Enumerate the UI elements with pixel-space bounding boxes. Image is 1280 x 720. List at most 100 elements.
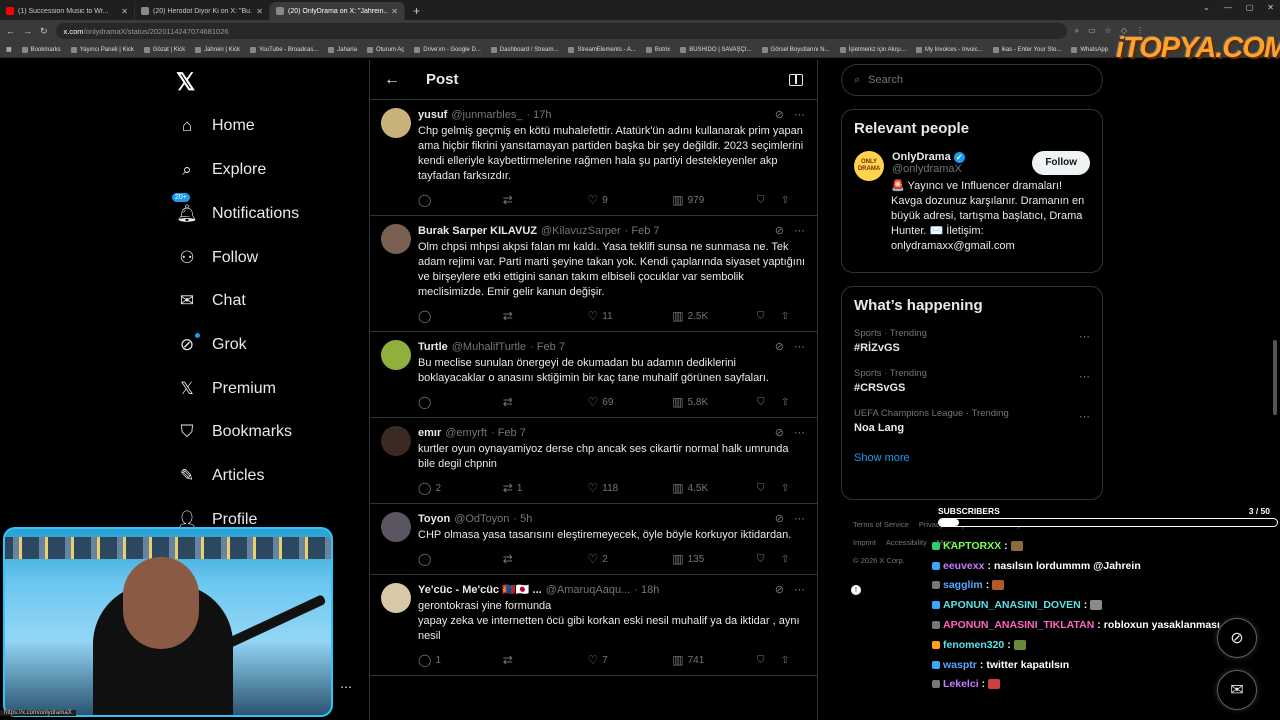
chat-username[interactable]: sagglim <box>943 579 983 591</box>
chat-username[interactable]: Lekelci <box>943 678 979 690</box>
footer-link[interactable]: Terms of Service <box>853 520 909 529</box>
like-button[interactable]: ♡ 11 <box>588 309 673 323</box>
bookmark-item[interactable]: Gözat | Kick <box>143 46 185 53</box>
bookmark-item[interactable]: Yayıncı Paneli | Kick <box>70 46 134 53</box>
author-name[interactable]: Ye'cüc - Me'cüc 🇲🇳🇯🇵 ... <box>418 583 542 596</box>
bookmark-icon[interactable]: ⛉ <box>757 195 781 206</box>
more-icon[interactable]: ⋯ <box>794 224 805 237</box>
share-icon[interactable]: ⇧ <box>781 397 805 408</box>
bookmark-item[interactable]: İşletmeniz için Akışı... <box>839 46 906 53</box>
views-button[interactable]: ▥ 5.8K <box>672 395 757 409</box>
tweet-time[interactable]: · 5h <box>513 513 532 525</box>
more-icon[interactable]: ⋯ <box>794 426 805 439</box>
bookmark-item[interactable]: StreamElements - A... <box>568 46 636 53</box>
share-icon[interactable]: ⇧ <box>781 554 805 565</box>
share-icon[interactable]: ⇧ <box>781 195 805 206</box>
like-button[interactable]: ♡ 7 <box>588 653 673 667</box>
tab-close-icon[interactable]: ✕ <box>121 7 128 16</box>
reply-button[interactable]: ◯ <box>418 395 503 409</box>
browser-tab[interactable]: (20) Herodot Diyor Ki on X: "Bu... ✕ <box>135 2 270 20</box>
share-icon[interactable]: ⇧ <box>781 655 805 666</box>
minimize-button[interactable]: — <box>1224 3 1232 12</box>
bookmark-item[interactable]: Jaharia <box>328 46 357 53</box>
repost-button[interactable]: ⇄ 1 <box>503 481 588 495</box>
browser-tab[interactable]: (20) OnlyDrama on X: "Jahrein... ✕ <box>270 2 405 20</box>
search-input[interactable]: ⌕ Search <box>841 64 1103 96</box>
more-icon[interactable]: ⋯ <box>794 108 805 121</box>
chat-username[interactable]: eeuvexx <box>943 560 984 572</box>
bookmark-icon[interactable]: ⛉ <box>757 397 781 408</box>
bookmark-item[interactable]: Görsel Boyutlarını N... <box>761 46 830 53</box>
more-icon[interactable]: ⋯ <box>1079 330 1090 343</box>
trend-item[interactable]: Sports · Trending #CRSvGS ⋯ <box>854 368 1090 394</box>
views-button[interactable]: ▥ 135 <box>672 552 757 566</box>
tweet-time[interactable]: · 17h <box>526 109 551 121</box>
close-window-button[interactable]: ✕ <box>1267 3 1274 12</box>
grok-icon[interactable]: ⊘ <box>775 224 784 237</box>
bookmark-item[interactable]: BUSHIDO | SAVAŞÇI... <box>680 46 752 53</box>
avatar[interactable] <box>381 340 411 370</box>
author-name[interactable]: emır <box>418 427 441 439</box>
author-name[interactable]: Toyon <box>418 513 450 525</box>
bookmark-item[interactable]: Drive'ım - Google D... <box>414 46 481 53</box>
trend-item[interactable]: Sports · Trending #RİZvGS ⋯ <box>854 328 1090 354</box>
bookmark-item[interactable]: WhatsApp <box>1071 46 1108 53</box>
chat-username[interactable]: fenomen320 <box>943 639 1004 651</box>
reply-tweet[interactable]: Burak Sarper KILAVUZ @KilavuzSarper · Feb … <box>370 216 817 332</box>
chat-username[interactable]: KAPTORXX <box>943 540 1001 552</box>
reader-mode-icon[interactable] <box>789 73 803 86</box>
nav-item-chat[interactable]: ✉ Chat <box>176 290 246 312</box>
new-tab-button[interactable]: + <box>405 2 428 20</box>
repost-button[interactable]: ⇄ <box>503 309 588 323</box>
repost-button[interactable]: ⇄ <box>503 552 588 566</box>
grok-icon[interactable]: ⊘ <box>775 583 784 596</box>
star-icon[interactable]: ☆ <box>1105 26 1112 36</box>
bookmark-item[interactable]: Bookmarks <box>21 46 61 53</box>
author-name[interactable]: Burak Sarper KILAVUZ <box>418 225 537 237</box>
tab-search-icon[interactable]: ⌄ <box>1203 3 1210 12</box>
repost-button[interactable]: ⇄ <box>503 193 588 207</box>
views-button[interactable]: ▥ 979 <box>672 193 757 207</box>
tweet-time[interactable]: · Feb 7 <box>491 427 526 439</box>
bookmark-item[interactable]: Oturum Aç <box>366 46 404 53</box>
forward-icon[interactable]: → <box>23 26 32 36</box>
like-button[interactable]: ♡ 9 <box>588 193 673 207</box>
tweet-time[interactable]: · Feb 7 <box>530 341 565 353</box>
follow-button[interactable]: Follow <box>1032 151 1090 175</box>
show-more-link[interactable]: Show more <box>854 452 1090 464</box>
avatar[interactable]: ONLY DRAMA <box>854 151 884 181</box>
repost-button[interactable]: ⇄ <box>503 653 588 667</box>
bookmark-item[interactable]: ikas - Enter Your Sto... <box>992 46 1061 53</box>
address-bar[interactable]: x.com/onlydramaX/status/2020114247074681… <box>55 23 1067 39</box>
repost-button[interactable]: ⇄ <box>503 395 588 409</box>
tab-close-icon[interactable]: ✕ <box>391 7 398 16</box>
browser-tab[interactable]: (1) Succession Music to Wr... ✕ <box>0 2 135 20</box>
reply-tweet[interactable]: Toyon @OdToyon · 5h ⊘ ⋯ CHP olmasa yasa tasar… <box>370 504 817 575</box>
reply-button[interactable]: ◯ <box>418 193 503 207</box>
nav-item-grok[interactable]: ⊘ Grok <box>176 333 247 356</box>
avatar[interactable] <box>381 512 411 542</box>
cast-icon[interactable]: ▭ <box>1088 26 1096 36</box>
reply-tweet[interactable]: yusuf @junmarbles_ · 17h ⊘ ⋯ Chp gelmiş geçmi… <box>370 100 817 216</box>
bookmark-item[interactable]: Botrix <box>645 46 670 53</box>
bookmark-item[interactable]: YouTube - Broadcas... <box>249 46 318 53</box>
avatar[interactable] <box>381 583 411 613</box>
info-icon[interactable]: ! <box>851 585 861 595</box>
views-button[interactable]: ▥ 741 <box>672 653 757 667</box>
author-name[interactable]: yusuf <box>418 109 447 121</box>
reply-tweet[interactable]: emır @emyrft · Feb 7 ⊘ ⋯ kurtler oyun oynayam… <box>370 418 817 504</box>
views-button[interactable]: ▥ 4.5K <box>672 481 757 495</box>
nav-item-notifications[interactable]: 🔔︎ 20+ Notifications <box>172 193 299 225</box>
bookmark-item[interactable]: Dashboard / Stream... <box>490 46 558 53</box>
back-icon[interactable]: ← <box>6 26 15 36</box>
reply-button[interactable]: ◯ <box>418 309 503 323</box>
back-arrow-icon[interactable]: ← <box>384 71 400 89</box>
nav-item-articles[interactable]: ✎ Articles <box>176 465 265 487</box>
tab-close-icon[interactable]: ✕ <box>256 7 263 16</box>
bookmark-icon[interactable]: ⛉ <box>757 655 781 666</box>
chat-username[interactable]: APONUN_ANASINI_DOVEN <box>943 599 1081 611</box>
more-icon[interactable]: ⋯ <box>794 512 805 525</box>
grok-icon[interactable]: ⊘ <box>775 426 784 439</box>
bookmark-icon[interactable]: ⛉ <box>757 311 781 322</box>
more-options-icon[interactable]: ⋯ <box>340 680 352 694</box>
